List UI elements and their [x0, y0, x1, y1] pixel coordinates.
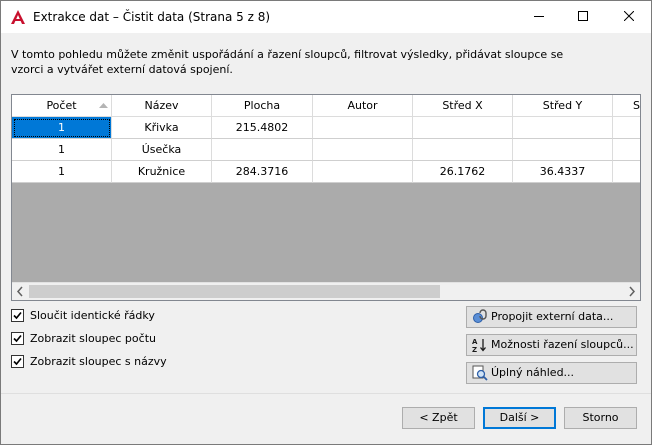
- table-cell[interactable]: [513, 139, 613, 161]
- data-grid[interactable]: Počet Název Plocha Autor Střed X Střed Y…: [11, 94, 641, 301]
- preview-magnifier-icon: [472, 365, 488, 381]
- show-count-checkbox[interactable]: [11, 332, 24, 345]
- checkmark-icon: [13, 357, 22, 366]
- table-cell[interactable]: [613, 117, 640, 139]
- instructions-text: V tomto pohledu můžete změnit uspořádání…: [11, 48, 564, 76]
- close-button[interactable]: [607, 1, 651, 31]
- link-external-data-button[interactable]: Propojit externí data...: [466, 306, 637, 328]
- column-header-label: Počet: [46, 99, 77, 112]
- maximize-icon: [578, 11, 588, 21]
- table-cell[interactable]: 36.4337: [513, 161, 613, 183]
- column-header-center-y[interactable]: Střed Y: [513, 95, 613, 117]
- table-cell[interactable]: Kružnice: [112, 161, 212, 183]
- close-icon: [624, 11, 634, 21]
- table-cell[interactable]: 215.4802: [212, 117, 313, 139]
- table-cell[interactable]: [313, 161, 413, 183]
- show-name-label: Zobrazit sloupec s názvy: [30, 355, 167, 368]
- table-row[interactable]: 1 Křivka 215.4802: [12, 117, 640, 139]
- horizontal-scrollbar[interactable]: [12, 282, 640, 300]
- table-cell[interactable]: Úsečka: [112, 139, 212, 161]
- table-cell[interactable]: [313, 117, 413, 139]
- next-button[interactable]: Další >: [483, 407, 556, 429]
- table-row[interactable]: 1 Úsečka: [12, 139, 640, 161]
- sort-az-icon: A Z: [472, 338, 486, 353]
- maximize-button[interactable]: [561, 1, 605, 31]
- window-title: Extrakce dat – Čistit data (Strana 5 z 8…: [33, 10, 271, 24]
- table-cell[interactable]: [613, 161, 640, 183]
- table-cell[interactable]: [212, 139, 313, 161]
- merge-rows-label: Sloučit identické řádky: [30, 309, 155, 322]
- table-cell[interactable]: 1: [12, 161, 112, 183]
- minimize-icon: [534, 16, 544, 17]
- table-cell[interactable]: Křivka: [112, 117, 212, 139]
- checkmark-icon: [13, 334, 22, 343]
- column-header-author[interactable]: Autor: [313, 95, 413, 117]
- minimize-button[interactable]: [517, 1, 561, 31]
- column-header-truncated[interactable]: S: [613, 95, 640, 117]
- table-cell[interactable]: [413, 139, 513, 161]
- title-bar: Extrakce dat – Čistit data (Strana 5 z 8…: [1, 1, 651, 33]
- scroll-left-button[interactable]: [12, 283, 29, 300]
- show-name-checkbox[interactable]: [11, 355, 24, 368]
- column-header-area[interactable]: Plocha: [212, 95, 313, 117]
- scrollbar-thumb[interactable]: [29, 285, 440, 298]
- link-data-icon: [473, 309, 487, 323]
- column-header-name[interactable]: Název: [112, 95, 212, 117]
- sort-ascending-icon: [99, 103, 108, 108]
- svg-text:Z: Z: [472, 346, 477, 353]
- checkmark-icon: [13, 311, 22, 320]
- data-extraction-dialog: Extrakce dat – Čistit data (Strana 5 z 8…: [0, 0, 652, 445]
- table-row[interactable]: 1 Kružnice 284.3716 26.1762 36.4337: [12, 161, 640, 183]
- autocad-logo-icon: [11, 10, 25, 24]
- link-external-data-label: Propojit externí data...: [491, 310, 614, 323]
- column-header-center-x[interactable]: Střed X: [413, 95, 513, 117]
- table-cell[interactable]: [613, 139, 640, 161]
- full-preview-label: Úplný náhled...: [491, 366, 575, 379]
- table-cell[interactable]: [413, 117, 513, 139]
- chevron-left-icon: [16, 286, 23, 297]
- back-button[interactable]: < Zpět: [402, 407, 475, 429]
- svg-text:A: A: [472, 338, 478, 346]
- chevron-right-icon: [629, 286, 636, 297]
- full-preview-button[interactable]: Úplný náhled...: [466, 362, 637, 384]
- grid-header-row: Počet Název Plocha Autor Střed X Střed Y…: [12, 95, 640, 117]
- table-cell[interactable]: 26.1762: [413, 161, 513, 183]
- table-cell[interactable]: 284.3716: [212, 161, 313, 183]
- cancel-button[interactable]: Storno: [564, 407, 637, 429]
- show-count-label: Zobrazit sloupec počtu: [30, 332, 156, 345]
- sort-options-label: Možnosti řazení sloupců...: [491, 338, 634, 351]
- table-cell[interactable]: 1: [12, 139, 112, 161]
- sort-options-button[interactable]: A Z Možnosti řazení sloupců...: [466, 334, 637, 356]
- table-cell-selected[interactable]: 1: [12, 117, 112, 139]
- column-header-count[interactable]: Počet: [12, 95, 112, 117]
- table-cell[interactable]: [313, 139, 413, 161]
- merge-rows-checkbox[interactable]: [11, 309, 24, 322]
- table-cell[interactable]: [513, 117, 613, 139]
- scroll-right-button[interactable]: [623, 283, 640, 300]
